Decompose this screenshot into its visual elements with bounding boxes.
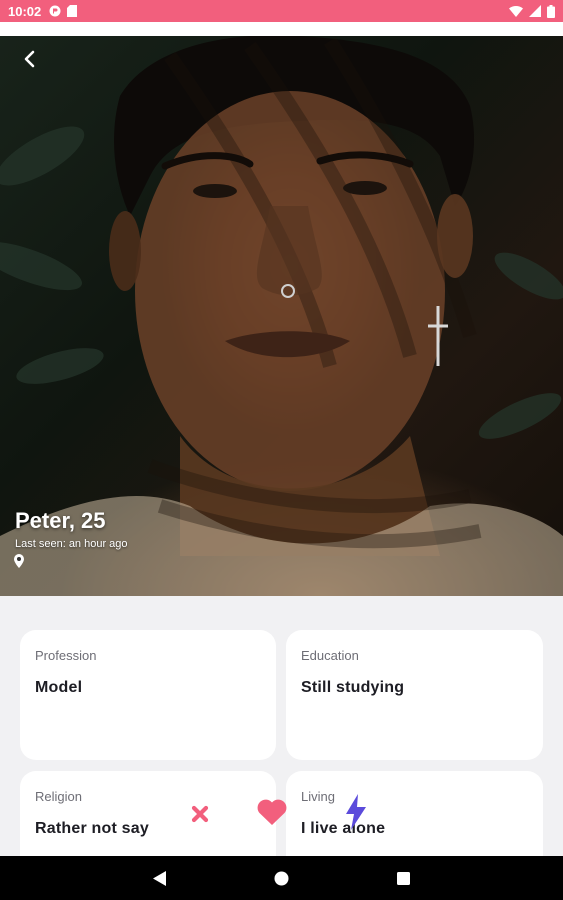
info-card-education: Education Still studying xyxy=(286,630,543,760)
info-card-profession: Profession Model xyxy=(20,630,276,760)
card-label: Education xyxy=(301,648,359,663)
signal-icon xyxy=(529,5,541,17)
profile-photo: Peter, 25 Last seen: an hour ago xyxy=(0,36,563,596)
notification-icons xyxy=(49,5,78,17)
navigation-bar xyxy=(0,856,563,900)
triangle-back-icon xyxy=(153,870,166,886)
like-button[interactable] xyxy=(252,792,292,832)
card-label: Profession xyxy=(35,648,97,663)
battery-icon xyxy=(547,4,555,18)
square-recents-icon xyxy=(397,871,410,885)
card-label: Living xyxy=(301,789,335,804)
status-time: 10:02 xyxy=(8,3,42,19)
close-icon xyxy=(191,805,209,823)
wifi-icon xyxy=(509,5,523,17)
header-spacer xyxy=(0,22,563,36)
boost-button[interactable] xyxy=(336,792,376,832)
last-seen-text: Last seen: an hour ago xyxy=(15,538,128,550)
app-notification-icon xyxy=(49,5,61,17)
nav-recents-button[interactable] xyxy=(392,866,416,890)
heart-icon xyxy=(257,799,287,825)
sd-card-icon xyxy=(67,5,78,17)
chevron-left-icon xyxy=(24,50,35,68)
nav-home-button[interactable] xyxy=(270,866,294,890)
profile-name: Peter, 25 xyxy=(15,508,106,533)
card-value: Rather not say xyxy=(35,820,149,837)
card-value: Model xyxy=(35,679,83,696)
back-button[interactable] xyxy=(14,44,44,74)
lightning-icon xyxy=(346,794,366,830)
circle-home-icon xyxy=(274,871,289,885)
dislike-button[interactable] xyxy=(182,796,218,832)
card-label: Religion xyxy=(35,789,82,804)
status-bar: 10:02 xyxy=(0,0,563,22)
location-pin-icon xyxy=(14,554,24,568)
card-value: Still studying xyxy=(301,679,405,696)
nav-back-button[interactable] xyxy=(148,866,172,890)
system-icons xyxy=(509,4,555,18)
